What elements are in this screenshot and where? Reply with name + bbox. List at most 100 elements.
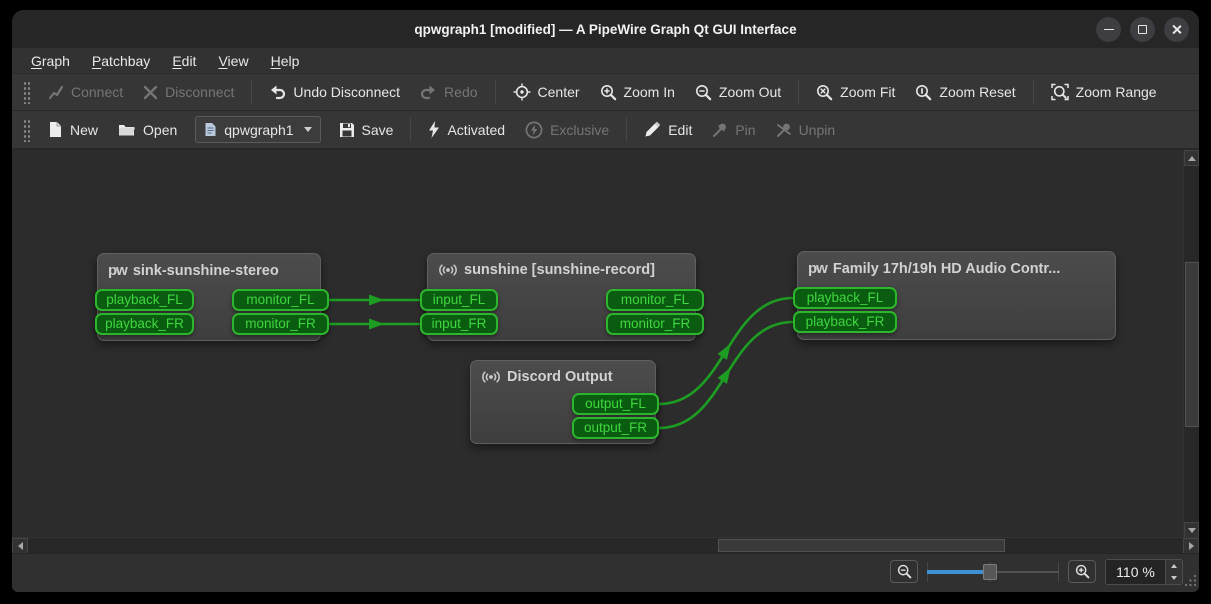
resize-grip[interactable] (1184, 574, 1197, 587)
arrowhead-icon (717, 343, 731, 360)
close-button[interactable] (1164, 16, 1189, 42)
exclusive-icon (525, 121, 543, 138)
pin-button[interactable]: Pin (702, 115, 765, 145)
spin-up-button[interactable] (1166, 559, 1182, 572)
triangle-down-icon (1187, 527, 1196, 533)
connect-button[interactable]: Connect (38, 77, 133, 107)
toolbar-separator (1032, 80, 1034, 104)
chevron-down-icon (303, 127, 312, 132)
patchbay-selector-dropdown[interactable]: qpwgraph1 (195, 116, 321, 143)
disconnect-button[interactable]: Disconnect (133, 77, 244, 107)
zoom-value[interactable]: 110 % (1106, 560, 1165, 584)
triangle-right-icon (1188, 542, 1194, 550)
zoom-out-icon (695, 84, 712, 100)
port-monitor-fl[interactable]: monitor_FL (232, 289, 329, 311)
open-folder-icon (119, 125, 136, 136)
zoom-fit-button[interactable]: Zoom Fit (806, 77, 905, 107)
zoom-spinbox[interactable]: 110 % (1105, 558, 1183, 585)
zoom-reset-icon (916, 84, 932, 100)
close-icon (1171, 24, 1182, 35)
arrowhead-icon (369, 294, 384, 306)
titlebar: qpwgraph1 [modified] — A PipeWire Graph … (12, 10, 1199, 48)
center-button[interactable]: Center (503, 77, 590, 107)
port-playback-fr[interactable]: playback_FR (793, 311, 897, 333)
port-playback-fr[interactable]: playback_FR (95, 313, 194, 335)
zoom-range-icon (1050, 83, 1069, 101)
stream-icon (439, 264, 457, 276)
scroll-up-button[interactable] (1184, 150, 1199, 166)
pipewire-icon: pw (108, 262, 128, 279)
scroll-left-button[interactable] (12, 538, 28, 554)
spin-down-button[interactable] (1166, 571, 1182, 584)
center-icon (513, 83, 531, 101)
redo-icon (420, 85, 436, 100)
slider-fill (927, 569, 991, 574)
triangle-up-icon (1187, 155, 1196, 161)
port-output-fr[interactable]: output_FR (572, 417, 659, 439)
minimize-icon (1103, 28, 1114, 30)
port-playback-fl[interactable]: playback_FL (95, 289, 194, 311)
zoom-in-icon (600, 84, 616, 100)
statusbar-zoom-in-button[interactable] (1068, 560, 1096, 583)
unpin-icon (776, 123, 791, 137)
toolbar-drag-handle[interactable] (22, 80, 30, 104)
save-button[interactable]: Save (329, 115, 404, 145)
zoom-range-button[interactable]: Zoom Range (1041, 77, 1167, 107)
activated-button[interactable]: Activated (418, 115, 515, 145)
zoom-out-button[interactable]: Zoom Out (685, 77, 791, 107)
menu-patchbay[interactable]: Patchbay (81, 50, 161, 72)
vertical-scrollbar-thumb[interactable] (1185, 262, 1199, 427)
connect-icon (48, 85, 64, 100)
scroll-right-button[interactable] (1183, 538, 1199, 554)
undo-button[interactable]: Undo Disconnect (259, 77, 410, 107)
zoom-reset-button[interactable]: Zoom Reset (905, 77, 1025, 107)
open-button[interactable]: Open (108, 115, 187, 145)
port-monitor-fr[interactable]: monitor_FR (232, 313, 329, 335)
zoom-slider[interactable] (927, 561, 1059, 582)
activated-bolt-icon (429, 121, 440, 138)
minimize-button[interactable] (1096, 16, 1121, 42)
port-input-fl[interactable]: input_FL (420, 289, 498, 311)
port-monitor-fl[interactable]: monitor_FL (606, 289, 704, 311)
new-file-icon (50, 122, 61, 137)
toolbar-separator (410, 117, 412, 142)
menu-graph[interactable]: Graph (20, 50, 81, 72)
node-title: Discord Output (507, 369, 613, 385)
statusbar-zoom-out-button[interactable] (890, 560, 918, 583)
zoom-in-button[interactable]: Zoom In (590, 77, 685, 107)
menu-view[interactable]: View (207, 50, 259, 72)
pipewire-icon: pw (808, 260, 828, 277)
menu-edit[interactable]: Edit (161, 50, 207, 72)
zoom-out-icon (897, 564, 911, 579)
toolbar-drag-handle[interactable] (22, 117, 30, 142)
horizontal-scrollbar-thumb[interactable] (718, 539, 1005, 552)
maximize-button[interactable] (1130, 16, 1155, 42)
toolbar-patchbay: New Open qpwgraph1 Save Activated Exclus… (12, 111, 1199, 149)
scroll-down-button[interactable] (1184, 522, 1199, 538)
port-playback-fl[interactable]: playback_FL (793, 287, 897, 309)
port-input-fr[interactable]: input_FR (420, 313, 498, 335)
toolbar-main: Connect Disconnect Undo Disconnect Redo … (12, 74, 1199, 111)
port-monitor-fr[interactable]: monitor_FR (606, 313, 704, 335)
redo-button[interactable]: Redo (410, 77, 487, 107)
arrowhead-icon (717, 367, 731, 384)
edit-button[interactable]: Edit (634, 115, 702, 145)
maximize-icon (1138, 24, 1147, 34)
zoom-in-icon (1075, 564, 1089, 579)
menu-help[interactable]: Help (260, 50, 311, 72)
spinbox-arrows (1165, 559, 1182, 584)
unpin-button[interactable]: Unpin (766, 115, 846, 145)
zoom-fit-icon (817, 84, 833, 100)
slider-handle[interactable] (983, 563, 998, 580)
app-window: qpwgraph1 [modified] — A PipeWire Graph … (12, 10, 1199, 592)
exclusive-button[interactable]: Exclusive (515, 115, 619, 145)
graph-canvas[interactable]: pw sink-sunshine-stereo playback_FL play… (12, 149, 1199, 554)
port-output-fl[interactable]: output_FL (572, 393, 659, 415)
node-title: sunshine [sunshine-record] (464, 262, 655, 278)
graph-area[interactable]: pw sink-sunshine-stereo playback_FL play… (12, 150, 1183, 538)
new-button[interactable]: New (38, 115, 108, 145)
edit-pencil-icon (645, 121, 661, 137)
vertical-scrollbar[interactable] (1183, 150, 1199, 538)
toolbar-separator (494, 80, 496, 104)
horizontal-scrollbar[interactable] (12, 537, 1199, 554)
